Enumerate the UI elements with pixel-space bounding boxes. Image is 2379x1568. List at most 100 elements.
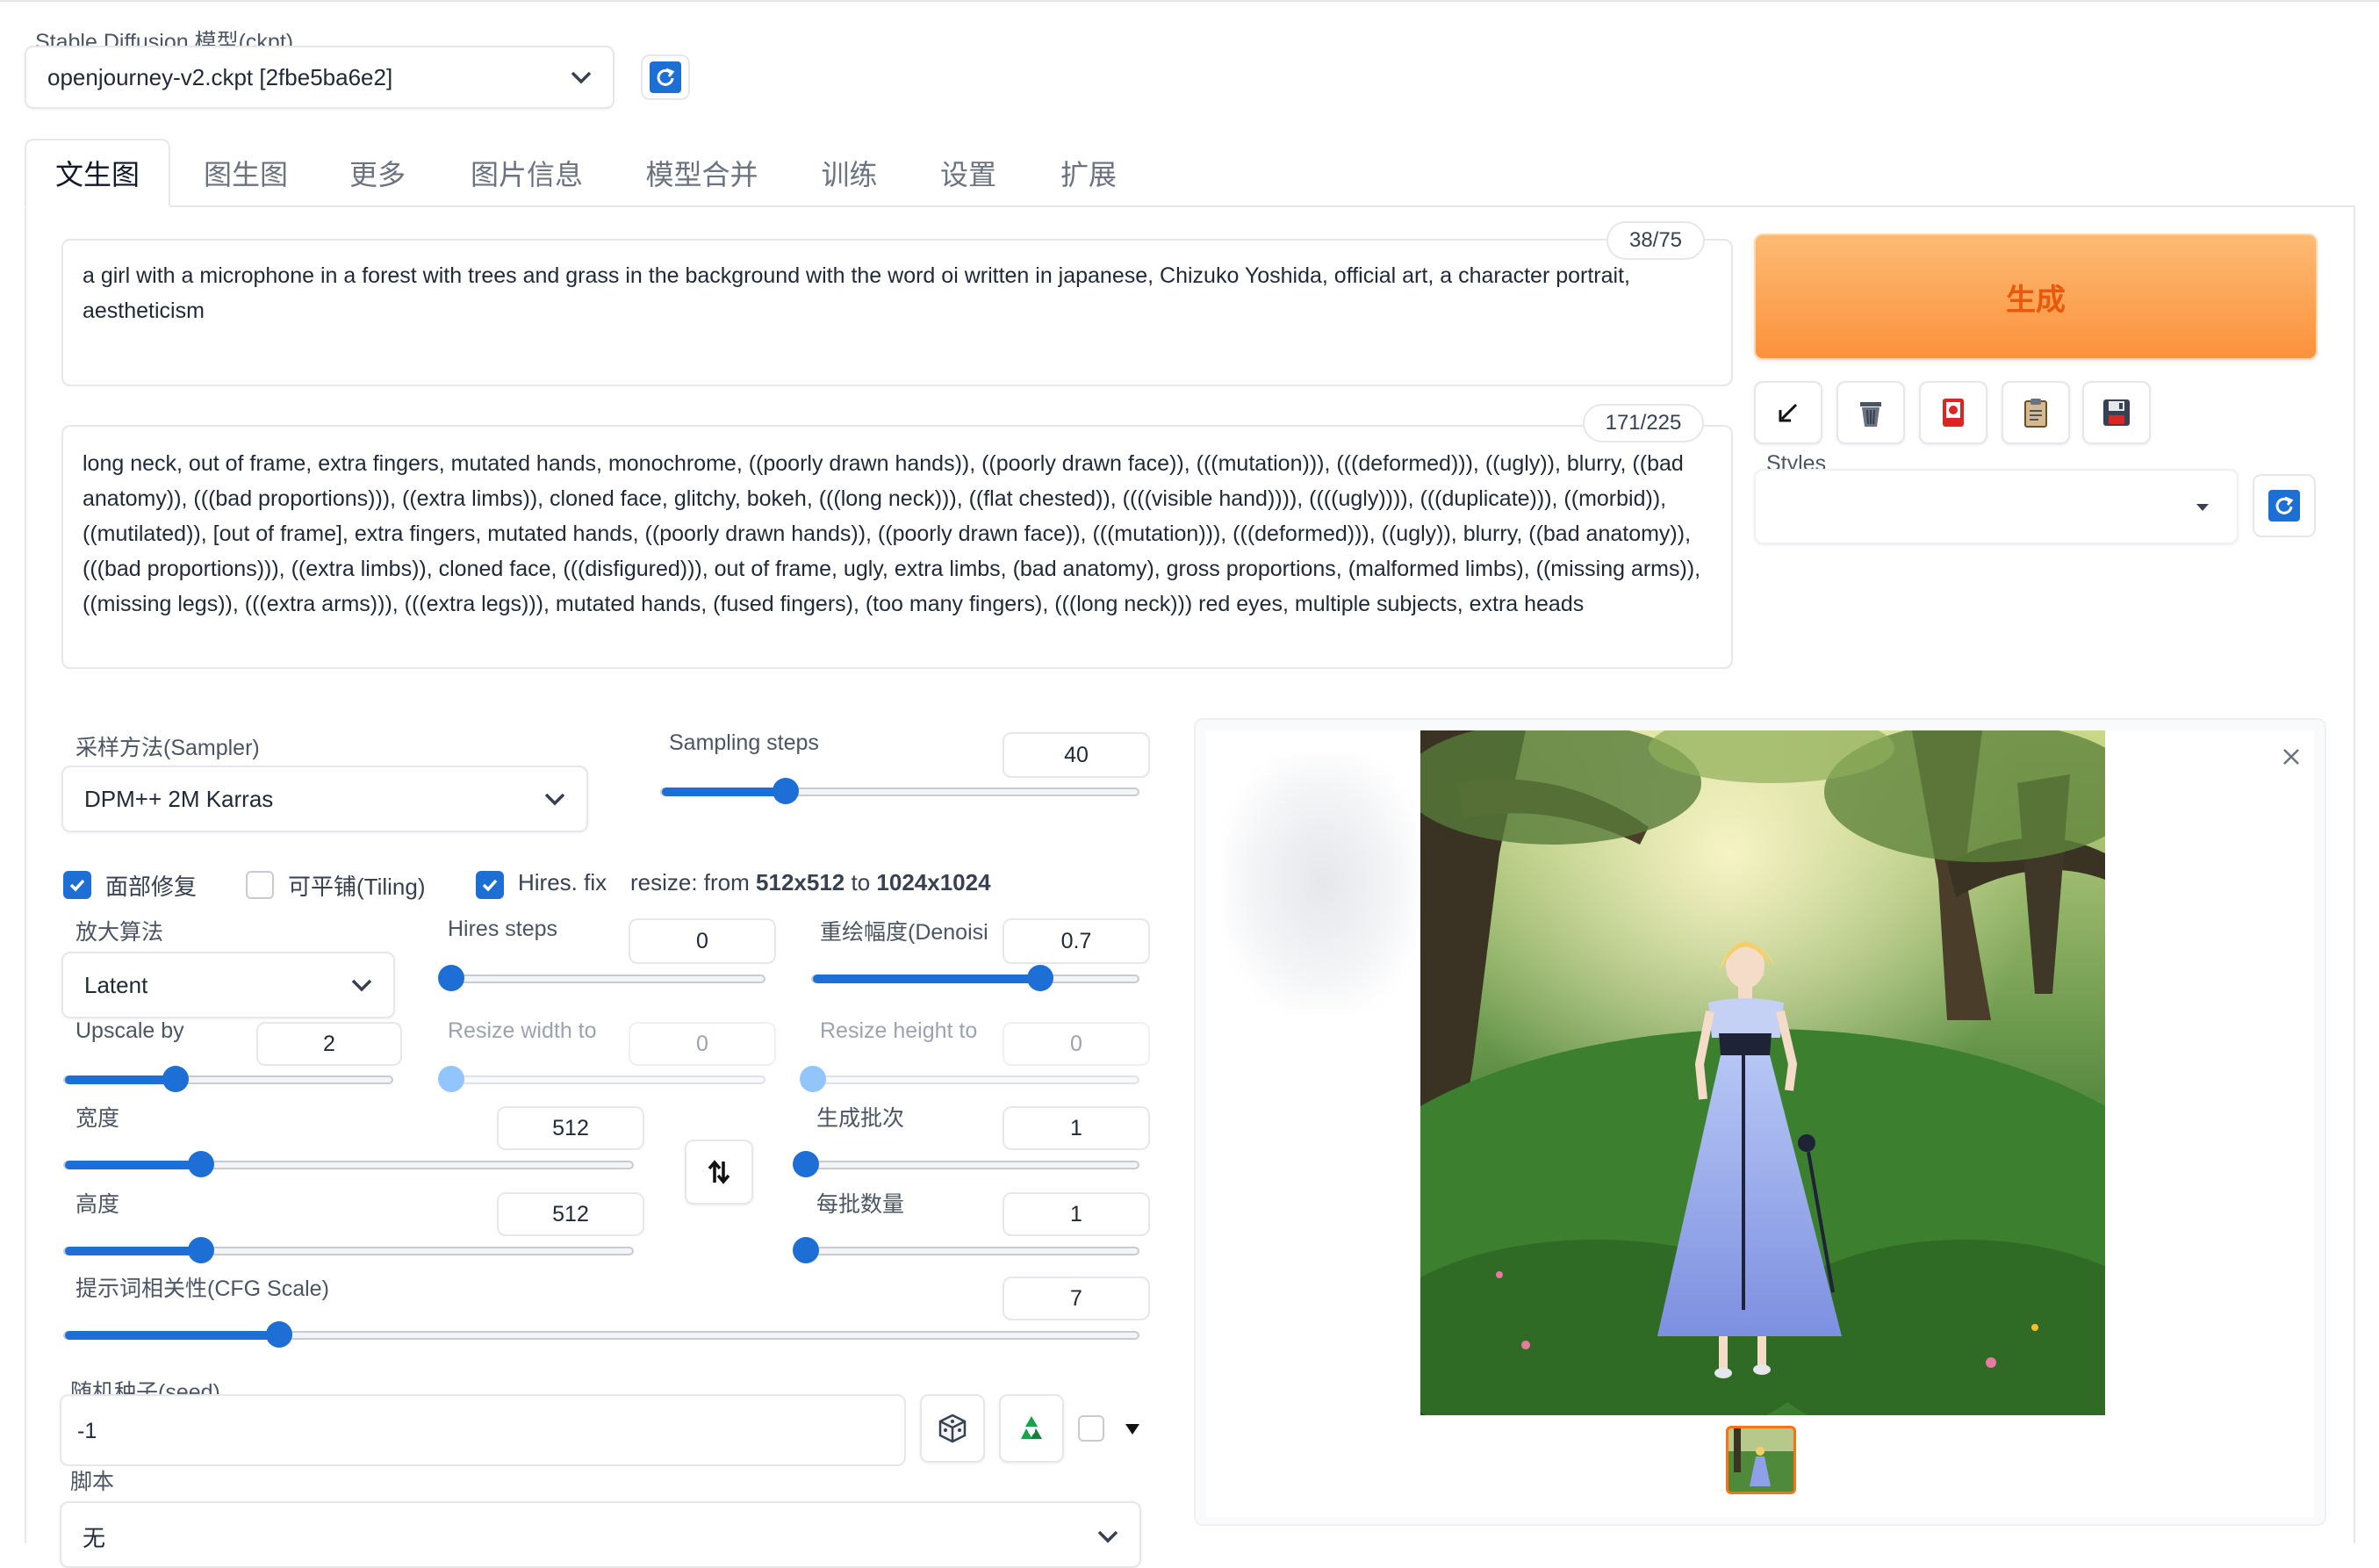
tab-extensions[interactable]: 扩展 — [1040, 139, 1137, 207]
arrow-icon — [1779, 403, 1798, 422]
extra-networks-button[interactable] — [1919, 381, 1987, 444]
slider-fill — [65, 1161, 202, 1169]
sampler-value: DPM++ 2M Karras — [84, 785, 274, 812]
negative-prompt-textarea[interactable]: long neck, out of frame, extra fingers, … — [61, 425, 1733, 669]
denoising-strength-slider[interactable] — [811, 965, 1139, 991]
apply-style-button[interactable] — [2002, 381, 2070, 444]
tiling-checkbox[interactable] — [246, 871, 274, 899]
sampler-dropdown[interactable]: DPM++ 2M Karras — [61, 766, 588, 832]
paste-prompt-button[interactable] — [1754, 381, 1822, 444]
thumbnail-image — [1729, 1428, 1793, 1492]
clipboard-icon — [2024, 399, 2047, 428]
upscaler-dropdown[interactable]: Latent — [61, 952, 395, 1018]
tab-png-info[interactable]: 图片信息 — [452, 139, 601, 207]
random-seed-button[interactable] — [920, 1394, 985, 1463]
height-label: 高度 — [75, 1192, 120, 1217]
slider-thumb[interactable] — [188, 1237, 215, 1263]
slider-fill — [65, 1247, 202, 1255]
hires-fix-checkbox[interactable] — [476, 871, 504, 899]
upscale-by-input[interactable]: 2 — [256, 1022, 402, 1066]
hires-fix-label: Hires. fix — [518, 869, 607, 895]
sampler-label: 采样方法(Sampler) — [75, 736, 260, 760]
slider-thumb[interactable] — [438, 965, 464, 991]
tab-settings[interactable]: 设置 — [920, 139, 1017, 207]
batch-count-input[interactable]: 1 — [1003, 1106, 1150, 1150]
tiling-label: 可平铺(Tiling) — [288, 874, 426, 900]
slider-thumb[interactable] — [438, 1066, 464, 1092]
generate-button[interactable]: 生成 — [1754, 234, 2318, 360]
cfg-scale-label: 提示词相关性(CFG Scale) — [75, 1277, 329, 1301]
script-value: 无 — [83, 1525, 106, 1551]
batch-size-input[interactable]: 1 — [1003, 1192, 1150, 1236]
height-input[interactable]: 512 — [497, 1192, 644, 1236]
cfg-scale-input[interactable]: 7 — [1003, 1277, 1150, 1320]
chevron-down-icon — [544, 793, 565, 806]
checkpoint-refresh-button[interactable] — [641, 54, 690, 100]
slider-thumb[interactable] — [800, 1066, 826, 1092]
save-icon — [2103, 399, 2130, 426]
close-icon — [2283, 749, 2299, 765]
tab-checkpoint-merger[interactable]: 模型合并 — [625, 139, 779, 207]
resize-width-label: Resize width to — [448, 1018, 597, 1043]
batch-count-slider[interactable] — [793, 1151, 1139, 1177]
slider-fill — [65, 1331, 280, 1340]
gallery-thumbnail[interactable] — [1726, 1426, 1796, 1494]
tab-extras[interactable]: 更多 — [325, 139, 430, 207]
batch-size-slider[interactable] — [793, 1237, 1139, 1263]
face-restore-label: 面部修复 — [105, 874, 198, 900]
negative-prompt-token-counter: 171/225 — [1583, 404, 1704, 442]
resize-height-slider[interactable] — [800, 1066, 1139, 1092]
refresh-icon — [2268, 490, 2300, 521]
swap-dimensions-button[interactable] — [685, 1140, 753, 1205]
width-label: 宽度 — [75, 1106, 120, 1131]
slider-thumb[interactable] — [1027, 965, 1053, 991]
slider-thumb[interactable] — [772, 778, 799, 804]
blurred-background-image — [1225, 755, 1419, 1010]
close-gallery-button[interactable] — [2279, 744, 2304, 769]
tab-txt2img[interactable]: 文生图 — [25, 139, 170, 207]
denoising-strength-label: 重绘幅度(Denoisi — [820, 920, 988, 945]
swap-arrows-icon — [708, 1160, 730, 1184]
checkpoint-dropdown[interactable]: openjourney-v2.ckpt [2fbe5ba6e2] — [25, 46, 615, 109]
slider-thumb[interactable] — [793, 1237, 819, 1263]
styles-dropdown[interactable] — [1754, 469, 2239, 544]
save-style-button[interactable] — [2082, 381, 2151, 444]
trash-icon — [1860, 402, 1881, 427]
styles-refresh-button[interactable] — [2253, 474, 2316, 537]
refresh-icon — [650, 61, 681, 93]
resize-width-slider[interactable] — [438, 1066, 765, 1092]
sampling-steps-input[interactable]: 40 — [1003, 732, 1150, 778]
caret-down-icon — [2196, 504, 2209, 511]
chevron-down-icon — [571, 71, 592, 84]
resize-height-input[interactable]: 0 — [1003, 1022, 1150, 1066]
checkpoint-value: openjourney-v2.ckpt [2fbe5ba6e2] — [47, 63, 393, 90]
batch-count-label: 生成批次 — [816, 1106, 905, 1131]
clear-prompt-button[interactable] — [1836, 381, 1905, 444]
card-icon — [1943, 399, 1964, 427]
width-input[interactable]: 512 — [497, 1106, 644, 1150]
slider-thumb[interactable] — [188, 1151, 215, 1177]
extra-seed-checkbox[interactable] — [1078, 1415, 1104, 1442]
seed-input[interactable]: -1 — [60, 1394, 906, 1466]
check-icon — [482, 879, 498, 892]
upscale-by-slider[interactable] — [63, 1066, 393, 1092]
cfg-scale-slider[interactable] — [63, 1321, 1139, 1348]
sampling-steps-slider[interactable] — [660, 778, 1139, 804]
tab-img2img[interactable]: 图生图 — [184, 139, 307, 207]
width-slider[interactable] — [63, 1151, 634, 1177]
chevron-down-icon — [1097, 1530, 1118, 1543]
resize-width-input[interactable]: 0 — [629, 1022, 776, 1066]
tab-train[interactable]: 训练 — [799, 139, 900, 207]
height-slider[interactable] — [63, 1237, 634, 1263]
prompt-textarea[interactable]: a girl with a microphone in a forest wit… — [61, 239, 1733, 386]
prompt-token-counter: 38/75 — [1606, 221, 1705, 260]
denoising-strength-input[interactable]: 0.7 — [1003, 918, 1150, 964]
slider-thumb[interactable] — [793, 1151, 819, 1177]
hires-steps-input[interactable]: 0 — [629, 918, 776, 964]
face-restore-checkbox[interactable] — [63, 871, 91, 899]
generated-image[interactable] — [1420, 730, 2105, 1415]
triangle-down-icon[interactable] — [1124, 1422, 1141, 1436]
hires-steps-slider[interactable] — [438, 965, 765, 991]
reuse-seed-button[interactable] — [999, 1394, 1064, 1463]
script-dropdown[interactable]: 无 — [60, 1501, 1141, 1568]
